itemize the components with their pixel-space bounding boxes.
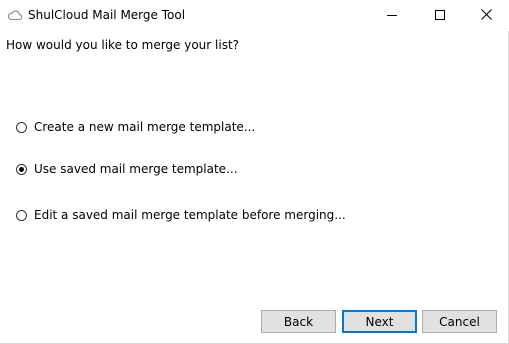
radio-label[interactable]: Use saved mail merge template... bbox=[34, 162, 238, 176]
radio-button[interactable] bbox=[16, 163, 27, 175]
mail-merge-window: ShulCloud Mail Merge Tool How would you … bbox=[0, 0, 509, 344]
maximize-button[interactable] bbox=[417, 0, 463, 31]
minimize-button[interactable] bbox=[369, 0, 415, 31]
next-button[interactable]: Next bbox=[342, 310, 417, 333]
radio-button[interactable] bbox=[16, 209, 27, 221]
close-button[interactable] bbox=[463, 0, 509, 31]
title-bar[interactable]: ShulCloud Mail Merge Tool bbox=[0, 0, 509, 31]
minimize-icon bbox=[387, 9, 397, 23]
radio-button[interactable] bbox=[16, 121, 27, 133]
window-title: ShulCloud Mail Merge Tool bbox=[28, 8, 186, 22]
cancel-button[interactable]: Cancel bbox=[422, 310, 497, 333]
radio-use-saved-template[interactable]: Use saved mail merge template... bbox=[16, 160, 238, 178]
merge-prompt: How would you like to merge your list? bbox=[6, 38, 240, 52]
cloud-icon bbox=[7, 9, 23, 21]
back-button[interactable]: Back bbox=[261, 310, 336, 333]
radio-label[interactable]: Create a new mail merge template... bbox=[34, 120, 255, 134]
radio-label[interactable]: Edit a saved mail merge template before … bbox=[34, 208, 346, 222]
radio-edit-saved-template[interactable]: Edit a saved mail merge template before … bbox=[16, 206, 346, 224]
maximize-icon bbox=[435, 9, 445, 23]
radio-create-new-template[interactable]: Create a new mail merge template... bbox=[16, 118, 255, 136]
close-icon bbox=[480, 8, 492, 23]
